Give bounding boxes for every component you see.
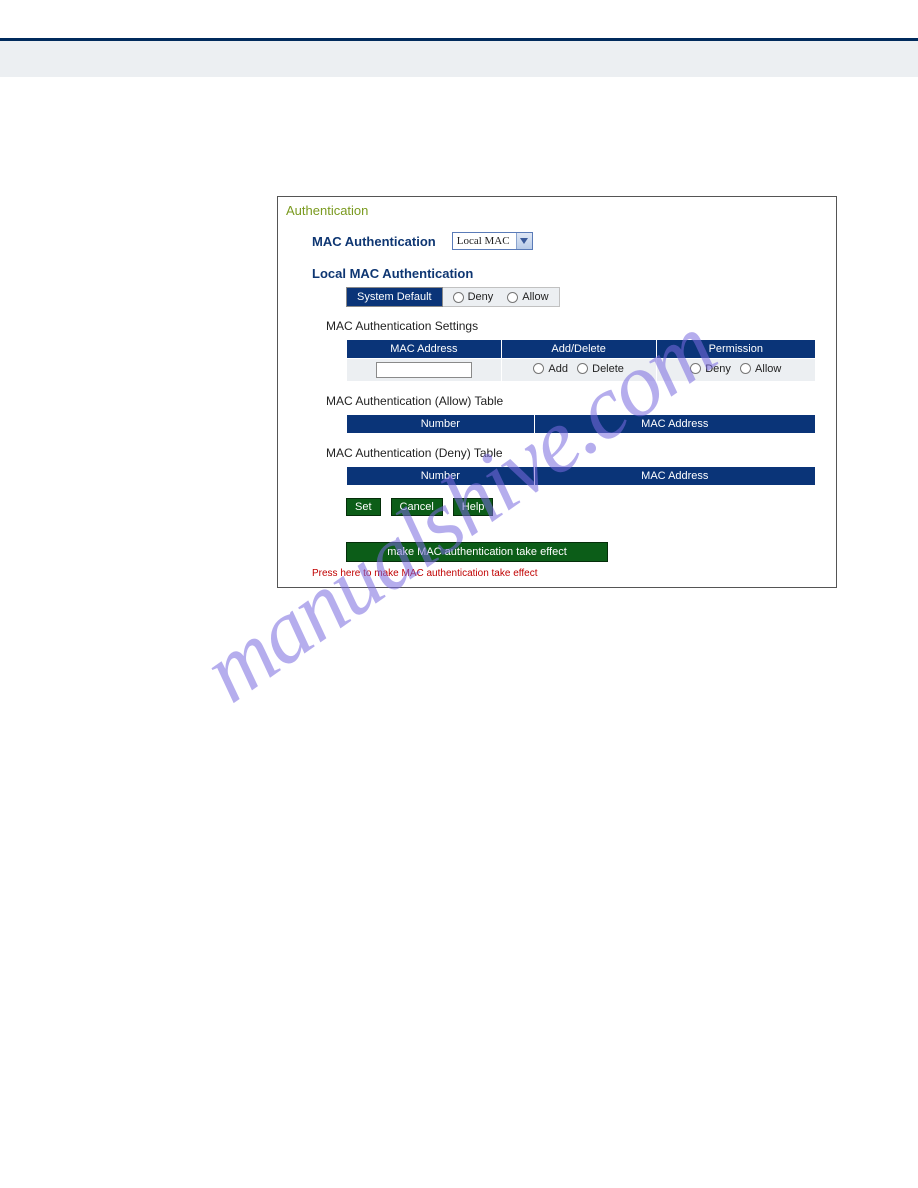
delete-radio[interactable]: Delete [577,363,624,375]
allow-col-number: Number [347,415,535,434]
effect-button-wrap: make MAC authentication take effect [346,542,828,562]
action-buttons: Set Cancel Help [346,498,828,516]
system-default-label: System Default [346,287,443,307]
mac-auth-select-value: Local MAC [453,233,516,249]
col-mac-address: MAC Address [347,340,502,359]
mac-address-input[interactable] [376,362,472,378]
perm-allow-label: Allow [755,363,781,375]
permission-deny-radio[interactable]: Deny [690,363,731,375]
add-label: Add [548,363,568,375]
local-mac-title: Local MAC Authentication [312,266,828,281]
deny-table-heading: MAC Authentication (Deny) Table [326,446,828,460]
mac-auth-row: MAC Authentication Local MAC [312,232,828,250]
cancel-button[interactable]: Cancel [391,498,443,516]
set-button[interactable]: Set [346,498,381,516]
allow-col-mac: MAC Address [534,415,815,434]
deny-table: Number MAC Address [346,466,816,486]
settings-heading: MAC Authentication Settings [326,319,828,333]
system-default-deny-radio[interactable]: Deny [453,291,494,303]
deny-col-mac: MAC Address [534,467,815,486]
system-default-options: Deny Allow [443,287,560,307]
help-button[interactable]: Help [453,498,494,516]
col-add-delete: Add/Delete [501,340,656,359]
authentication-panel: Authentication MAC Authentication Local … [277,196,837,588]
table-row: Add Delete Deny Allow [347,359,816,382]
add-radio[interactable]: Add [533,363,568,375]
delete-label: Delete [592,363,624,375]
effect-note: Press here to make MAC authentication ta… [312,568,828,579]
deny-label: Deny [468,291,494,303]
chevron-down-icon [516,233,532,249]
col-permission: Permission [656,340,815,359]
panel-title: Authentication [286,203,828,218]
system-default-row: System Default Deny Allow [346,287,828,307]
allow-table: Number MAC Address [346,414,816,434]
system-default-allow-radio[interactable]: Allow [507,291,548,303]
settings-table: MAC Address Add/Delete Permission Add De… [346,339,816,382]
mac-auth-label: MAC Authentication [312,234,436,249]
allow-table-heading: MAC Authentication (Allow) Table [326,394,828,408]
allow-label: Allow [522,291,548,303]
permission-allow-radio[interactable]: Allow [740,363,781,375]
deny-col-number: Number [347,467,535,486]
perm-deny-label: Deny [705,363,731,375]
header-band [0,41,918,77]
make-effect-button[interactable]: make MAC authentication take effect [346,542,608,562]
mac-auth-select[interactable]: Local MAC [452,232,533,250]
